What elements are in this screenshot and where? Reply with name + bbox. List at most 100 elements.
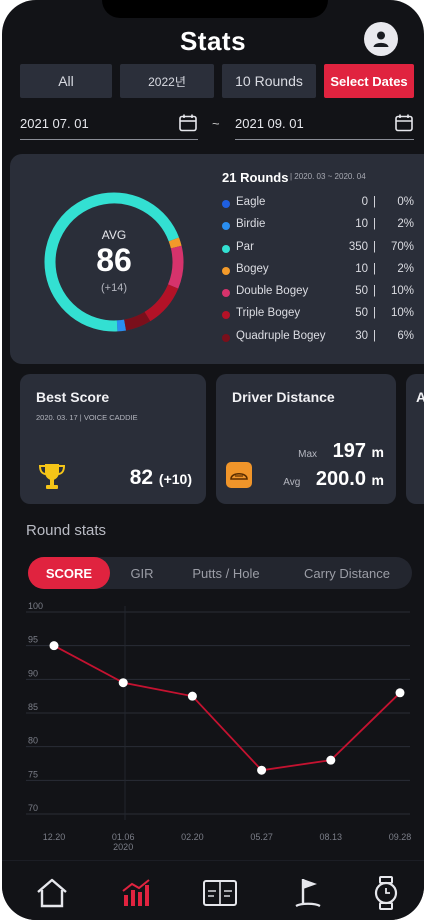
nav-stats[interactable] bbox=[116, 875, 156, 911]
score-legend: Eagle 0 | 0% Birdie 10 | 2% Par 350 | 70% Bogey 10 | 2%… bbox=[218, 196, 414, 352]
legend-separator: | bbox=[373, 218, 376, 231]
nav-scorecard[interactable] bbox=[200, 875, 240, 911]
y-tick-label: 95 bbox=[28, 635, 38, 645]
legend-count: 10 bbox=[355, 218, 368, 231]
legend-color-dot bbox=[222, 244, 230, 253]
rounds-period: | 2020. 03 ~ 2020. 04 bbox=[290, 172, 366, 181]
avg-label: AVG bbox=[101, 228, 127, 242]
filter-all-button[interactable]: All bbox=[20, 64, 112, 98]
best-score-diff: (+10) bbox=[158, 471, 192, 487]
y-tick-label: 75 bbox=[28, 769, 38, 779]
legend-color-dot bbox=[222, 200, 230, 208]
bar-chart-icon bbox=[122, 879, 150, 906]
y-tick-label: 80 bbox=[28, 736, 38, 746]
best-score-number: 82 bbox=[129, 466, 154, 489]
user-icon bbox=[373, 31, 389, 47]
nav-watch[interactable] bbox=[366, 875, 406, 911]
legend-color-dot bbox=[222, 311, 230, 320]
driver-max-label: Max bbox=[298, 449, 318, 460]
legend-separator: | bbox=[373, 285, 376, 298]
app-screen: Stats All 2022년 10 Rounds Select Dates 2… bbox=[2, 0, 424, 920]
x-tick-label: 05.27 bbox=[250, 832, 273, 842]
legend-item: Double Bogey 50 | 10% bbox=[218, 285, 414, 307]
legend-percent: 2% bbox=[397, 262, 414, 275]
driver-avg-label: Avg bbox=[283, 477, 301, 488]
nav-course[interactable] bbox=[288, 875, 328, 911]
y-tick-label: 85 bbox=[28, 702, 38, 712]
filter-year-button[interactable]: 2022년 bbox=[120, 64, 214, 98]
legend-count: 50 bbox=[355, 285, 368, 298]
nav-home[interactable] bbox=[32, 875, 72, 911]
legend-separator: | bbox=[373, 262, 376, 275]
calendar-icon[interactable] bbox=[394, 113, 414, 133]
legend-name: Birdie bbox=[236, 218, 266, 231]
driver-avg: Avg 200.0 m bbox=[283, 468, 384, 491]
legend-count: 0 bbox=[361, 196, 368, 208]
legend-separator: | bbox=[373, 196, 376, 208]
donut-center: AVG 86 (+14) bbox=[40, 188, 188, 336]
trophy-icon bbox=[38, 464, 66, 489]
legend-name: Double Bogey bbox=[236, 285, 309, 298]
rounds-count: 21 Rounds bbox=[222, 170, 289, 185]
legend-count: 30 bbox=[355, 329, 368, 342]
end-date-value: 2021 09. 01 bbox=[235, 116, 304, 131]
legend-color-dot bbox=[222, 289, 230, 298]
legend-separator: | bbox=[373, 329, 376, 342]
legend-item: Eagle 0 | 0% bbox=[218, 196, 414, 218]
tab-gir[interactable]: GIR bbox=[116, 557, 168, 589]
driver-avg-unit: m bbox=[371, 472, 384, 488]
avg-score: 86 bbox=[96, 242, 132, 278]
profile-button[interactable] bbox=[364, 22, 398, 56]
driver-avg-value: 200.0 bbox=[315, 468, 366, 490]
legend-name: Bogey bbox=[236, 262, 269, 275]
start-date-field[interactable]: 2021 07. 01 bbox=[20, 112, 198, 140]
score-summary-card: AVG 86 (+14) 21 Rounds | 2020. 03 ~ 2020… bbox=[10, 154, 424, 364]
best-score-title: Best Score bbox=[36, 389, 110, 405]
score-point bbox=[257, 765, 267, 775]
legend-count: 10 bbox=[355, 262, 368, 275]
driver-max: Max 197 m bbox=[298, 440, 384, 463]
legend-item: Par 350 | 70% bbox=[218, 241, 414, 263]
date-separator: ~ bbox=[212, 116, 220, 131]
score-line bbox=[53, 644, 401, 772]
tab-score[interactable]: SCORE bbox=[28, 557, 110, 589]
avg-diff: (+14) bbox=[101, 282, 127, 294]
best-score-card[interactable]: Best Score 2020. 03. 17 | VOICE CADDIE 8… bbox=[20, 374, 206, 504]
driver-distance-title: Driver Distance bbox=[232, 389, 335, 405]
x-tick-label: 08.13 bbox=[320, 832, 343, 842]
legend-name: Triple Bogey bbox=[236, 307, 301, 320]
legend-percent: 6% bbox=[397, 329, 414, 342]
filter-rounds-button[interactable]: 10 Rounds bbox=[222, 64, 316, 98]
y-tick-label: 70 bbox=[28, 803, 38, 813]
legend-name: Par bbox=[236, 240, 254, 253]
select-dates-button[interactable]: Select Dates bbox=[324, 64, 414, 98]
x-tick-year: 2020 bbox=[113, 842, 133, 852]
legend-color-dot bbox=[222, 266, 230, 275]
date-range: 2021 07. 01 ~ 2021 09. 01 bbox=[20, 112, 414, 140]
tab-putts-per-hole[interactable]: Putts / Hole bbox=[174, 557, 278, 589]
legend-separator: | bbox=[373, 240, 376, 253]
best-score-value: 82 (+10) bbox=[130, 466, 192, 490]
legend-percent: 70% bbox=[390, 240, 414, 253]
legend-item: Bogey 10 | 2% bbox=[218, 263, 414, 285]
golf-flag-icon bbox=[295, 879, 321, 908]
legend-name: Eagle bbox=[236, 196, 266, 208]
home-icon bbox=[37, 878, 67, 908]
legend-name: Quadruple Bogey bbox=[236, 329, 326, 342]
score-point bbox=[49, 641, 59, 651]
score-point bbox=[395, 688, 405, 698]
driver-distance-card[interactable]: Driver Distance Max 197 m Avg 200.0 m bbox=[216, 374, 396, 504]
driver-max-value: 197 bbox=[332, 440, 366, 462]
tab-carry-distance[interactable]: Carry Distance bbox=[284, 557, 410, 589]
driver-max-unit: m bbox=[371, 444, 384, 460]
x-tick-label: 09.28 bbox=[389, 832, 412, 842]
scorecard-icon bbox=[203, 880, 237, 906]
end-date-field[interactable]: 2021 09. 01 bbox=[235, 112, 414, 140]
x-tick-label: 01.06 bbox=[112, 832, 135, 842]
calendar-icon[interactable] bbox=[178, 113, 198, 133]
legend-color-dot bbox=[222, 222, 230, 231]
x-tick-label: 02.20 bbox=[181, 832, 204, 842]
x-tick-label: 12.20 bbox=[43, 832, 66, 842]
partial-stat-card[interactable]: Av bbox=[406, 374, 424, 504]
legend-color-dot bbox=[222, 333, 230, 342]
